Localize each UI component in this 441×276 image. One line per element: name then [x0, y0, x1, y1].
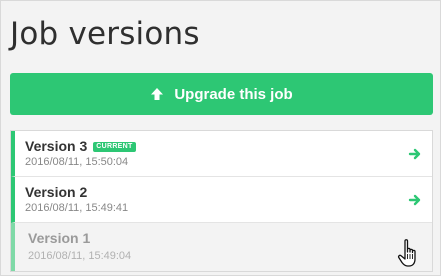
- version-date: 2016/08/11, 15:49:41: [25, 202, 129, 214]
- arrow-right-icon[interactable]: [408, 147, 422, 161]
- version-name-wrap: Version 3 CURRENT: [25, 138, 136, 154]
- upgrade-job-label: Upgrade this job: [174, 85, 293, 103]
- version-row-3[interactable]: Version 3 CURRENT 2016/08/11, 15:50:04: [11, 131, 432, 177]
- page-title: Job versions: [10, 16, 200, 52]
- hand-pointer-cursor-icon: [397, 239, 416, 267]
- upgrade-job-button[interactable]: Upgrade this job: [10, 73, 433, 115]
- version-row-2[interactable]: Version 2 2016/08/11, 15:49:41: [11, 177, 432, 223]
- version-name: Version 1: [28, 230, 91, 246]
- arrow-right-icon[interactable]: [408, 193, 422, 207]
- version-name: Version 3: [25, 138, 88, 154]
- version-date: 2016/08/11, 15:50:04: [25, 156, 129, 168]
- current-badge: CURRENT: [93, 142, 136, 152]
- version-date: 2016/08/11, 15:49:04: [28, 250, 132, 262]
- version-name: Version 2: [25, 184, 88, 200]
- job-versions-panel: Job versions Upgrade this job Version 3 C…: [0, 0, 441, 276]
- versions-list: Version 3 CURRENT 2016/08/11, 15:50:04 Ve…: [10, 130, 433, 272]
- version-row-1[interactable]: Version 1 2016/08/11, 15:49:04: [11, 223, 432, 271]
- arrow-up-icon: [151, 88, 164, 100]
